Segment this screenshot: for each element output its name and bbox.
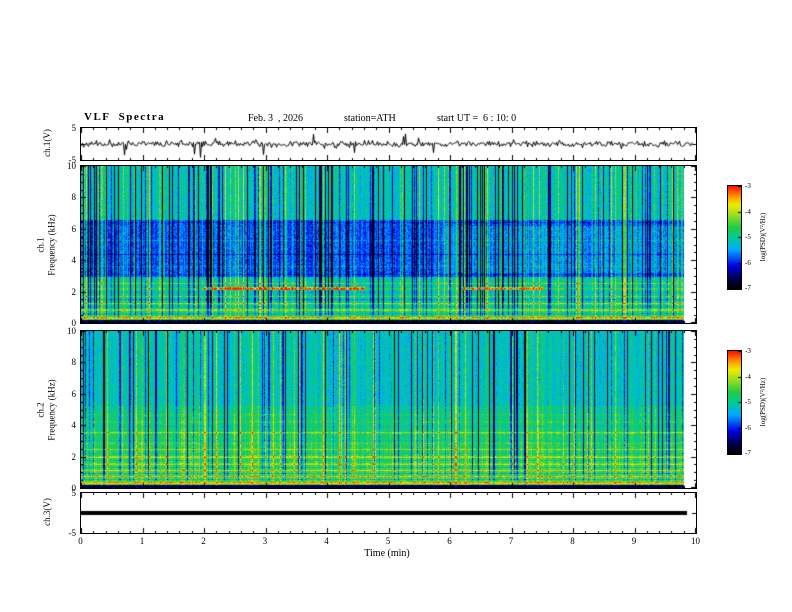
x-tick-label: 6 — [447, 536, 452, 546]
x-axis-label: Time (min) — [364, 548, 410, 559]
ylabel-ch2-line2: Frequency (kHz) — [46, 379, 57, 441]
ylabel-ch2-line1: ch.2 — [35, 402, 46, 418]
ylabel-ch3-volts: ch.3(V) — [42, 498, 52, 526]
colorbar-tick-label: -5 — [745, 398, 751, 406]
panel-ch3-waveform — [80, 492, 697, 534]
ch1-waveform-canvas — [81, 128, 696, 160]
vlf-spectra-figure: VLF Spectra Feb. 3 , 2026 station=ATH st… — [0, 0, 792, 612]
x-tick-label: 5 — [385, 536, 391, 546]
panel-ch1-waveform — [80, 127, 697, 161]
colorbar-tick-label: -4 — [745, 207, 751, 216]
x-tick-label: 10 — [691, 536, 700, 546]
volt-tick-label: 5 — [71, 123, 77, 133]
ylabel-ch1-line2: Frequency (kHz) — [46, 214, 57, 276]
freq-tick-label: 2 — [71, 451, 77, 462]
x-tick-label: 8 — [570, 536, 575, 546]
colorbar-tick-label: -3 — [745, 182, 751, 190]
header-station: station=ATH — [344, 113, 396, 124]
x-tick-label: 9 — [631, 536, 637, 546]
ch1-spectrogram-canvas — [81, 166, 696, 323]
ylabel-ch1-line1: ch.1 — [35, 237, 46, 253]
volt-tick-label: 5 — [71, 488, 77, 498]
panel-ch1-spectrogram — [80, 165, 697, 324]
ch3-waveform-canvas — [81, 493, 696, 533]
colorbar-tick-label: -7 — [745, 284, 751, 292]
header-date: Feb. 3 , 2026 — [248, 113, 303, 124]
freq-tick-label: 2 — [71, 286, 77, 297]
freq-tick-label: 10 — [67, 326, 76, 336]
colorbar-tick-label: -5 — [745, 233, 751, 241]
freq-tick-label: 4 — [71, 255, 77, 266]
colorbar-ch2 — [727, 350, 742, 455]
ylabel-ch1-volts: ch.1(V) — [42, 129, 52, 157]
volt-tick-label: -5 — [68, 155, 77, 165]
colorbar-ch1 — [727, 185, 742, 290]
colorbar-ch1-canvas — [728, 186, 741, 289]
header-start-ut: start UT = 6 : 10: 0 — [437, 113, 517, 124]
colorbar-ch2-canvas — [728, 351, 741, 454]
x-tick-label: 3 — [262, 536, 268, 546]
freq-tick-label: 8 — [71, 357, 77, 368]
freq-tick-label: 6 — [71, 388, 77, 399]
colorbar-tick-label: -7 — [745, 449, 751, 457]
ylabel-ch2-frequency: ch.2 Frequency (kHz) — [36, 332, 58, 489]
freq-tick-label: 6 — [71, 223, 77, 234]
ch2-spectrogram-canvas — [81, 331, 696, 488]
volt-tick-label: -5 — [68, 528, 77, 538]
x-tick-label: 1 — [139, 536, 145, 546]
colorbar-tick-label: -6 — [745, 258, 751, 267]
figure-title: VLF Spectra — [84, 111, 166, 123]
x-tick-label: 2 — [201, 536, 206, 546]
x-tick-label: 7 — [508, 536, 514, 546]
colorbar-tick-label: -6 — [745, 423, 751, 432]
panel-ch2-spectrogram — [80, 330, 697, 489]
colorbar-tick-label: -3 — [745, 347, 751, 355]
freq-tick-label: 8 — [71, 192, 77, 203]
x-tick-label: 4 — [324, 536, 329, 546]
ylabel-ch1-frequency: ch.1 Frequency (kHz) — [36, 167, 58, 324]
freq-tick-label: 4 — [71, 420, 77, 431]
colorbar-tick-label: -4 — [745, 372, 751, 381]
